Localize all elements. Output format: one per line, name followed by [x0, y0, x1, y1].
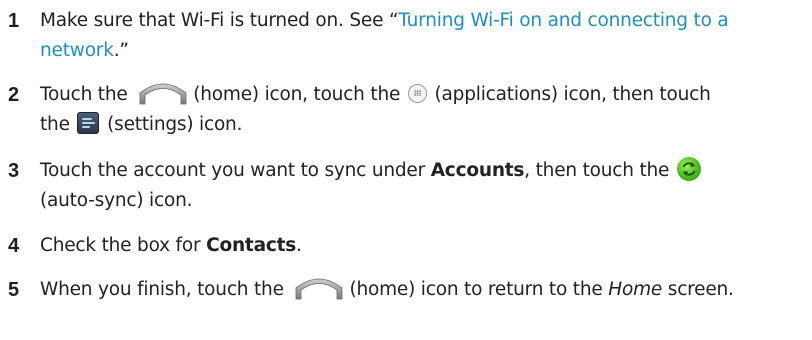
step-text: Touch the (home) icon, touch the (applic… — [40, 80, 740, 140]
step-5-text-a: When you finish, touch the — [40, 279, 290, 300]
step-1-text-b: .” — [113, 40, 129, 61]
step-3-sync-label: (auto-sync) icon. — [40, 190, 193, 211]
step-3-text-a: Touch the account you want to sync under — [40, 160, 431, 181]
step-number: 1 — [8, 10, 20, 32]
step-4-text-a: Check the box for — [40, 235, 207, 256]
step-text: Make sure that Wi-Fi is turned on. See “… — [40, 6, 740, 66]
step-text: When you finish, touch the (home) icon t… — [40, 275, 740, 305]
step-text: Check the box for Contacts. — [40, 231, 740, 261]
home-icon — [293, 274, 345, 300]
step-number: 3 — [8, 160, 20, 182]
step-5-home-label: (home) icon to return to the — [349, 279, 609, 300]
auto-sync-icon — [676, 157, 701, 181]
accounts-label: Accounts — [430, 160, 525, 181]
step-2-settings-label: (settings) icon. — [107, 114, 243, 135]
step-1-text-a: Make sure that Wi-Fi is turned on. See “ — [40, 10, 399, 31]
step-3-text-b: , then touch the — [524, 160, 675, 181]
step-2-text-a: Touch the — [40, 84, 134, 105]
step-number: 5 — [8, 279, 20, 301]
home-screen-label: Home — [608, 279, 663, 300]
step-4-text-b: . — [296, 235, 302, 256]
applications-icon — [407, 83, 427, 103]
step-5-text-b: screen. — [662, 279, 734, 300]
step-number: 4 — [8, 235, 20, 257]
home-icon — [137, 79, 189, 105]
contacts-label: Contacts — [206, 235, 297, 256]
instruction-steps: 1 Make sure that Wi-Fi is turned on. See… — [0, 0, 812, 340]
step-2-home-label: (home) icon, touch the — [193, 84, 406, 105]
step-number: 2 — [8, 84, 20, 106]
settings-icon — [77, 112, 100, 134]
step-text: Touch the account you want to sync under… — [40, 156, 740, 216]
